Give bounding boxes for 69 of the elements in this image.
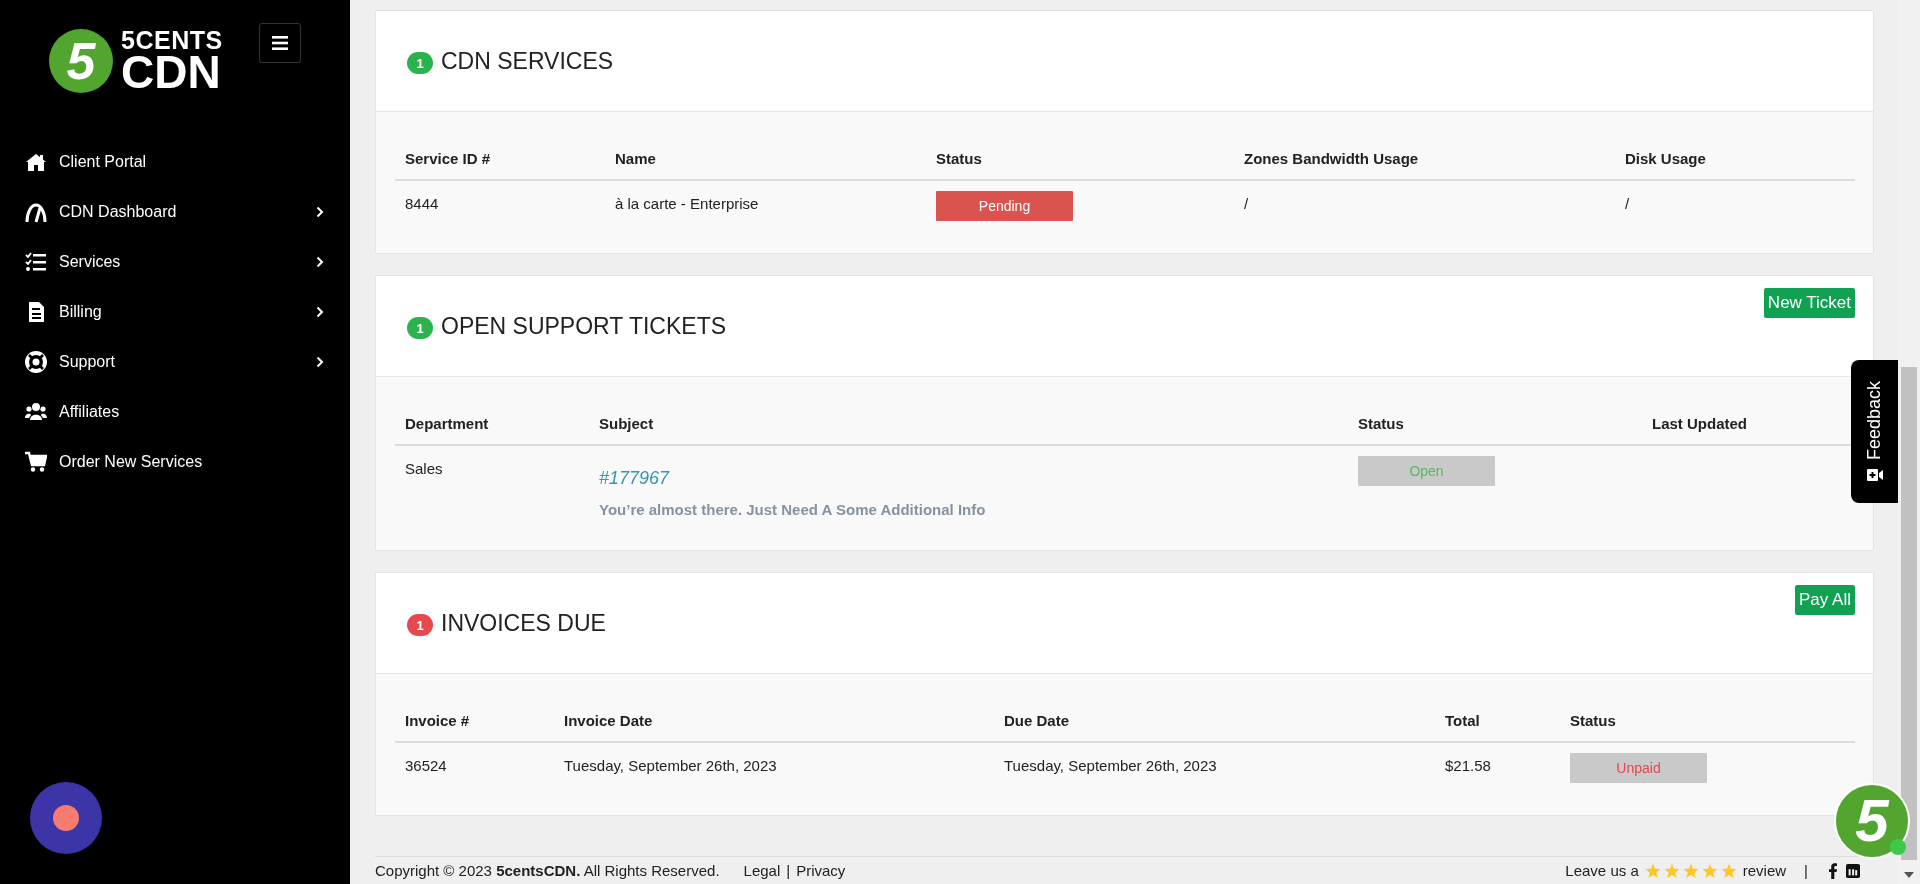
copyright-text: Copyright © 2023 5centsCDN. All Rights Reserved.	[375, 862, 720, 879]
column-header: Invoice #	[405, 712, 470, 729]
lifebuoy-icon	[25, 351, 47, 373]
column-header: Last Updated	[1652, 415, 1747, 432]
sidebar-item[interactable]: Affiliates	[0, 387, 350, 437]
column-header: Subject	[599, 415, 654, 432]
column-header: Invoice Date	[564, 712, 653, 729]
ticket-subject: You’re almost there. Just Need A Some Additional Info	[599, 501, 987, 518]
sidebar-item[interactable]: Order New Services	[0, 437, 350, 487]
card-title: INVOICES DUE	[441, 609, 607, 637]
logo-text: CDN	[121, 51, 221, 93]
sidebar-item[interactable]: Support	[0, 337, 350, 387]
review-text: review	[1742, 862, 1787, 879]
gauge-icon	[25, 201, 47, 223]
table-cell: $21.58	[1445, 757, 1491, 774]
star-rating[interactable]	[1644, 862, 1737, 879]
sidebar-item[interactable]: Client Portal	[0, 137, 350, 187]
home-icon	[25, 151, 47, 173]
footer-link[interactable]: Legal	[743, 862, 781, 879]
logo-mark: 5	[49, 29, 113, 93]
count-badge: 1	[407, 317, 433, 339]
feedback-tab[interactable]: Feedback	[1851, 360, 1898, 503]
sidebar-item[interactable]: Billing	[0, 287, 350, 337]
status-badge: Unpaid	[1570, 753, 1707, 783]
column-header: Status	[1570, 712, 1616, 729]
column-header: Disk Usage	[1625, 150, 1706, 167]
column-header: Status	[1358, 415, 1404, 432]
table-cell: 8444	[405, 195, 439, 212]
star-icon	[1701, 862, 1718, 879]
checklist-icon	[25, 251, 47, 273]
star-icon	[1682, 862, 1699, 879]
table-cell: Sales	[405, 460, 443, 477]
count-badge: 1	[407, 614, 433, 636]
star-icon	[1644, 862, 1661, 879]
video-add-icon	[1866, 468, 1883, 483]
card-title: OPEN SUPPORT TICKETS	[441, 312, 728, 340]
linkedin-icon[interactable]	[1846, 862, 1860, 879]
table-cell: 36524	[405, 757, 447, 774]
star-icon	[1720, 862, 1737, 879]
menu-button[interactable]	[258, 23, 301, 63]
link-separator: |	[786, 862, 791, 879]
sidebar-item[interactable]: CDN Dashboard	[0, 187, 350, 237]
star-icon	[1663, 862, 1680, 879]
table-cell: à la carte - Enterprise	[615, 195, 759, 212]
footer-separator: |	[1804, 862, 1808, 879]
table-cell: /	[1625, 195, 1630, 212]
count-badge: 1	[407, 52, 433, 74]
card-title: CDN SERVICES	[441, 47, 615, 75]
status-badge: Open	[1358, 456, 1495, 486]
column-header: Status	[936, 150, 982, 167]
column-header: Total	[1445, 712, 1480, 729]
users-icon	[25, 401, 47, 423]
column-header: Due Date	[1004, 712, 1070, 729]
status-badge: Pending	[936, 191, 1073, 221]
table-cell: Tuesday, September 26th, 2023	[564, 757, 777, 774]
table-cell: Tuesday, September 26th, 2023	[1004, 757, 1217, 774]
column-header: Name	[615, 150, 656, 167]
sidebar-item[interactable]: Services	[0, 237, 350, 287]
table-cell: /	[1244, 195, 1249, 212]
column-header: Department	[405, 415, 489, 432]
column-header: Service ID #	[405, 150, 491, 167]
facebook-icon[interactable]	[1826, 862, 1840, 879]
review-text: Leave us a	[1565, 862, 1639, 879]
logo-text: 5CENTS	[121, 29, 223, 52]
menu-icon	[271, 36, 288, 50]
column-header: Zones Bandwidth Usage	[1244, 150, 1419, 167]
cart-icon	[25, 451, 47, 473]
footer-link[interactable]: Privacy	[796, 862, 846, 879]
caret-icon	[1904, 872, 1914, 878]
